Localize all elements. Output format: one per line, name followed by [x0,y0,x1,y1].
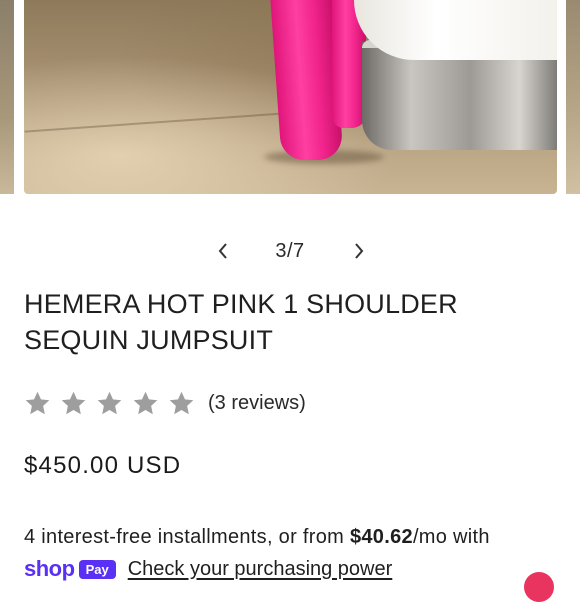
star-icon [97,391,122,414]
shop-pay-logo-pay: Pay [78,559,116,579]
product-title-line-2: SEQUIN JUMPSUIT [24,325,274,355]
installments-amount: $40.62 [349,526,413,548]
chat-icon[interactable] [524,572,554,602]
next-slide-peek[interactable] [566,0,580,194]
image-pillar-top [354,0,557,60]
reviews-link[interactable]: (3 reviews) [208,392,306,415]
star-icon [169,391,194,414]
product-title: HEMERA HOT PINK 1 SHOULDER SEQUIN JUMPSU… [24,286,564,358]
installments-prefix: 4 interest-free installments, or from [24,526,350,548]
product-image[interactable] [24,0,557,194]
product-rating[interactable]: (3 reviews) [24,388,306,418]
installments-text: 4 interest-free installments, or from $4… [24,526,580,549]
shop-pay-row: shop Pay Check your purchasing power [24,556,392,582]
next-slide-button[interactable] [342,234,376,268]
slide-counter: 3/7 [275,239,305,262]
chevron-left-icon [218,243,227,259]
installments-suffix: /mo with [412,526,490,548]
star-icon [61,391,86,414]
star-icon [133,391,158,414]
star-icon [25,391,50,414]
product-price: $450.00 USD [24,452,182,479]
shop-pay-logo-shop: shop [24,556,75,581]
previous-slide-peek[interactable] [0,0,14,194]
gallery-pagination: 3/7 [0,234,580,268]
chevron-right-icon [355,243,364,259]
check-purchasing-power-link[interactable]: Check your purchasing power [128,558,393,581]
product-title-line-1: HEMERA HOT PINK 1 SHOULDER [24,289,458,319]
previous-slide-button[interactable] [206,234,240,268]
product-gallery[interactable] [0,0,580,194]
